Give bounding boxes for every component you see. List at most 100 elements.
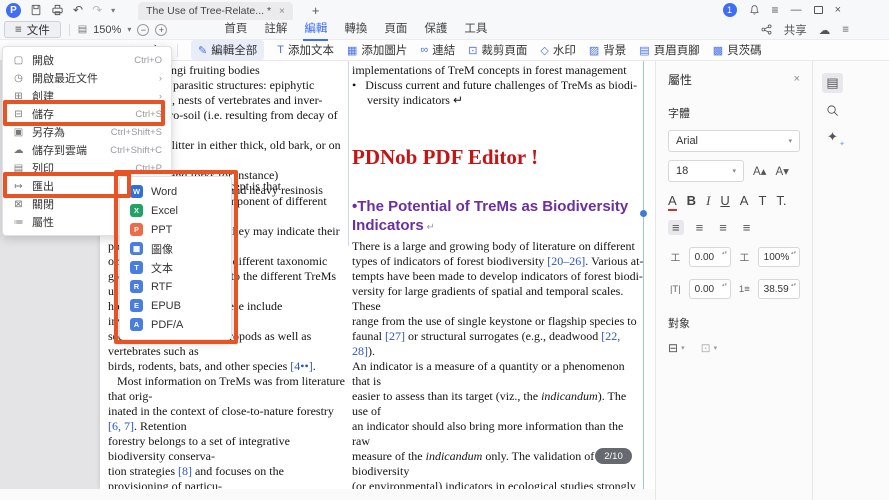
panel-close-icon[interactable]: × (794, 73, 800, 85)
notification-badge[interactable]: 1 (723, 3, 737, 17)
cloud-icon: ☁ (12, 145, 25, 156)
save-file-icon[interactable] (30, 4, 42, 16)
menu-item-save-to-cloud[interactable]: ☁ 儲存到雲端 Ctrl+Shift+C (3, 141, 171, 159)
word-spacing-icon: |T| (668, 284, 683, 295)
spinner-arrows-icon[interactable]: ▴▾ (722, 250, 727, 257)
return-mark: ↵ (424, 222, 435, 233)
close-button[interactable]: × (835, 4, 841, 16)
quick-actions-caret-icon[interactable]: ▾ (111, 6, 115, 15)
text-frame-border (643, 61, 644, 489)
uppercase-button[interactable]: T (758, 193, 766, 208)
subscript-button[interactable]: T. (776, 193, 786, 208)
inserted-red-heading: PDNob PDF Editor ! (352, 145, 644, 170)
zoom-level-value[interactable]: 150% (93, 24, 121, 36)
distribute-objects-button[interactable]: ⊡ ▾ (701, 341, 718, 355)
redo-icon[interactable]: ↷ (92, 4, 102, 16)
ribbon-tab-page[interactable]: 頁面 (383, 18, 408, 41)
spinner-arrows-icon[interactable]: ▴▾ (722, 282, 727, 289)
zoom-out-button[interactable]: − (137, 24, 149, 36)
add-text-button[interactable]: T 添加文本 (277, 42, 334, 58)
save-as-icon: ▣ (12, 127, 25, 138)
menubar: ≡ 文件 ▤ 150% ▾ − + 首頁 註解 編輯 轉換 頁面 保護 工具 共… (0, 20, 889, 40)
minimize-button[interactable]: — (791, 4, 802, 16)
horizontal-scale-icon: 工 (737, 250, 752, 264)
align-objects-button[interactable]: ⊟ ▾ (668, 341, 685, 355)
italic-button[interactable]: I (706, 193, 710, 209)
search-icon[interactable] (822, 100, 843, 120)
add-image-button[interactable]: ▦ 添加圖片 (347, 42, 407, 58)
watermark-button[interactable]: ◇ 水印 (540, 42, 575, 58)
link-button[interactable]: ∞ 連結 (420, 42, 455, 58)
collapse-toolbar-icon[interactable]: ≡ (842, 24, 849, 36)
stroke-button[interactable]: A (740, 193, 749, 208)
chevron-down-icon: ▾ (788, 137, 792, 145)
decrease-font-icon[interactable]: A▾ (775, 164, 788, 178)
line-height-input[interactable]: 38.59 ▴▾ (758, 279, 800, 299)
ribbon-tab-home[interactable]: 首頁 (223, 18, 248, 41)
bold-button[interactable]: B (687, 193, 696, 208)
share-label[interactable]: 共享 (784, 22, 807, 38)
ribbon-tab-protect[interactable]: 保護 (423, 18, 448, 41)
restore-button[interactable] (814, 6, 823, 14)
pencil-icon: ✎ (198, 44, 207, 57)
print-icon[interactable] (51, 4, 64, 16)
align-justify-button[interactable]: ≡ (739, 220, 755, 235)
menu-item-open-recent[interactable]: ◷ 開啟最近文件 › (3, 69, 171, 87)
hamburger-menu-icon[interactable]: ≡ (772, 4, 779, 16)
bates-icon: ▩ (713, 44, 723, 57)
selection-handle-dot[interactable] (640, 210, 647, 217)
underline-button[interactable]: U (720, 193, 729, 208)
align-center-button[interactable]: ≡ (692, 220, 708, 235)
background-button[interactable]: ▨ 背景 (589, 42, 626, 58)
text-icon: T (277, 44, 284, 56)
page-indicator: 2/10 (595, 448, 632, 464)
crop-page-button[interactable]: ⊡ 裁剪頁面 (468, 42, 527, 58)
spinner-arrows-icon[interactable]: ▴▾ (791, 282, 796, 289)
ribbon-tab-convert[interactable]: 轉換 (343, 18, 368, 41)
spinner-arrows-icon[interactable]: ▴▾ (791, 250, 796, 257)
bell-icon[interactable] (749, 4, 760, 16)
undo-icon[interactable]: ↶ (73, 4, 83, 16)
close-file-icon: ⊠ (12, 199, 25, 210)
page-fit-icon[interactable]: ▤ (78, 24, 87, 35)
edit-all-button[interactable]: ✎ 編輯全部 (191, 40, 264, 60)
highlight-box-export (3, 172, 131, 198)
page-gap (0, 489, 655, 500)
zoom-in-button[interactable]: + (155, 24, 167, 36)
ribbon-tab-annotate[interactable]: 註解 (263, 18, 288, 41)
align-right-button[interactable]: ≡ (715, 220, 731, 235)
word-spacing-input[interactable]: 0.00 ▴▾ (689, 279, 731, 299)
header-footer-button[interactable]: ▤ 頁眉頁腳 (639, 42, 699, 58)
share-icon[interactable] (761, 24, 772, 35)
ai-sparkle-icon[interactable]: ✦✦ (822, 127, 843, 147)
document-tab-title: The Use of Tree-Relate... * (146, 5, 271, 17)
header-footer-icon: ▤ (639, 44, 649, 57)
menu-item-open[interactable]: ▢ 開啟 Ctrl+O (3, 51, 171, 69)
properties-icon: ≔ (12, 217, 25, 228)
properties-panel-icon[interactable]: ▤ (822, 73, 843, 93)
increase-font-icon[interactable]: A▴ (753, 164, 766, 178)
file-menu-button[interactable]: ≡ 文件 (4, 21, 61, 38)
font-size-select[interactable]: 18 ▾ (668, 160, 744, 182)
properties-panel-title: 屬性 (668, 71, 692, 88)
watermark-icon: ◇ (540, 44, 548, 57)
divider (177, 44, 178, 57)
font-section-label: 字體 (668, 105, 800, 121)
properties-panel: 屬性 × 字體 Arial ▾ 18 ▾ A▴ A▾ A B I U (655, 61, 812, 500)
image-icon: ▦ (347, 44, 357, 57)
ribbon-tab-edit[interactable]: 編輯 (303, 18, 328, 41)
char-spacing-icon: 工 (668, 250, 683, 264)
font-family-select[interactable]: Arial ▾ (668, 130, 800, 152)
bates-number-button[interactable]: ▩ 貝茨碼 (713, 42, 762, 58)
horizontal-scale-input[interactable]: 100% ▴▾ (758, 247, 800, 267)
zoom-caret-icon[interactable]: ▾ (127, 25, 131, 34)
cloud-icon[interactable]: ☁ (819, 23, 831, 37)
object-section-label: 對象 (668, 315, 800, 331)
font-color-button[interactable]: A (668, 193, 677, 211)
align-left-button[interactable]: ≡ (668, 220, 684, 235)
line-height-icon: 1≡ (737, 284, 752, 295)
new-tab-button[interactable]: + (312, 3, 320, 18)
tab-close-icon[interactable]: × (279, 6, 285, 17)
ribbon-tab-tools[interactable]: 工具 (463, 18, 488, 41)
char-spacing-input[interactable]: 0.00 ▴▾ (689, 247, 731, 267)
